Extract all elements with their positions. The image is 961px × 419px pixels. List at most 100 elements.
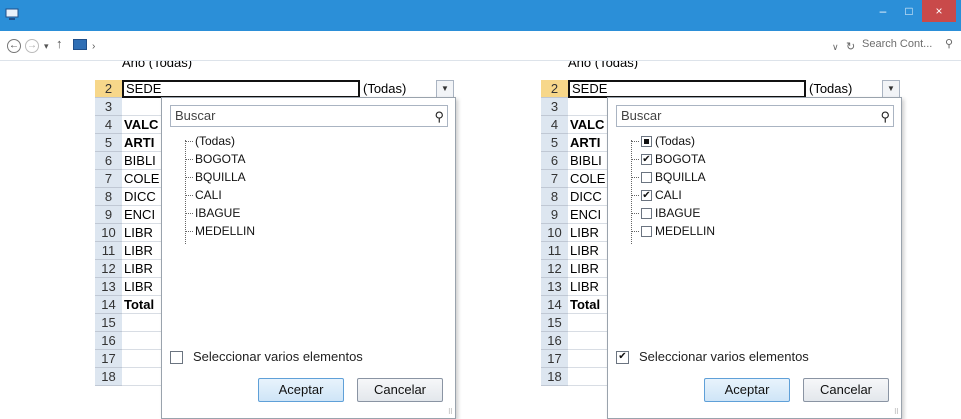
row-header[interactable]: 7 <box>95 170 122 188</box>
sheet-cell[interactable]: LIBR <box>122 224 162 242</box>
row-header[interactable]: 3 <box>541 98 568 116</box>
row-header[interactable]: 13 <box>541 278 568 296</box>
sheet-cell[interactable]: ENCI <box>122 206 162 224</box>
sheet-cell[interactable] <box>568 314 608 332</box>
row-header[interactable]: 5 <box>541 134 568 152</box>
row-header[interactable]: 17 <box>541 350 568 368</box>
up-icon[interactable]: ↑ <box>56 37 63 51</box>
row-header[interactable]: 2 <box>541 80 568 98</box>
active-cell[interactable]: SEDE <box>122 80 360 98</box>
tree-item-ibague[interactable]: IBAGUE <box>631 204 700 222</box>
sheet-cell[interactable]: BIBLI <box>568 152 608 170</box>
row-header[interactable]: 11 <box>95 242 122 260</box>
computer-icon[interactable] <box>73 39 87 50</box>
sheet-cell[interactable]: COLE <box>568 170 608 188</box>
tree-item-cali[interactable]: ✔ CALI <box>631 186 682 204</box>
sheet-cell[interactable] <box>568 350 608 368</box>
tree-item-medellin[interactable]: MEDELLIN <box>185 222 255 240</box>
row-header[interactable]: 11 <box>541 242 568 260</box>
search-icon[interactable]: ⚲ <box>880 107 890 127</box>
row-header[interactable]: 6 <box>95 152 122 170</box>
active-cell[interactable]: SEDE <box>568 80 806 98</box>
sheet-cell[interactable]: ARTI <box>122 134 162 152</box>
maximize-button[interactable]: □ <box>896 0 922 22</box>
resize-grip-icon[interactable]: ⠿ <box>448 408 453 416</box>
cancel-button[interactable]: Cancelar <box>803 378 889 402</box>
filter-value-cell[interactable]: (Todas) <box>806 80 886 98</box>
row-header[interactable]: 15 <box>95 314 122 332</box>
row-header[interactable]: 18 <box>541 368 568 386</box>
search-icon[interactable]: ⚲ <box>434 107 444 127</box>
filter-search-input[interactable]: Buscar ⚲ <box>616 105 894 127</box>
row-header[interactable]: 12 <box>95 260 122 278</box>
resize-grip-icon[interactable]: ⠿ <box>894 408 899 416</box>
tree-item-bogota[interactable]: ✔ BOGOTA <box>631 150 705 168</box>
row-header[interactable]: 13 <box>95 278 122 296</box>
search-input[interactable]: Search Cont... <box>862 38 932 50</box>
filter-search-input[interactable]: Buscar ⚲ <box>170 105 448 127</box>
filter-dropdown-icon[interactable]: ▼ <box>882 80 900 98</box>
sheet-cell[interactable]: BIBLI <box>122 152 162 170</box>
filter-value-cell[interactable]: (Todas) <box>360 80 440 98</box>
sheet-cell[interactable] <box>122 98 162 116</box>
back-icon[interactable]: ← <box>7 39 21 53</box>
unchecked-checkbox-icon[interactable] <box>641 172 652 184</box>
sheet-cell[interactable] <box>122 350 162 368</box>
row-header[interactable]: 6 <box>541 152 568 170</box>
refresh-icon[interactable]: ↻ <box>846 40 855 53</box>
row-header[interactable]: 4 <box>541 116 568 134</box>
tree-item-bogota[interactable]: BOGOTA <box>185 150 245 168</box>
row-header[interactable]: 2 <box>95 80 122 98</box>
row-header[interactable]: 16 <box>95 332 122 350</box>
forward-icon[interactable]: → <box>25 39 39 53</box>
row-header[interactable]: 10 <box>95 224 122 242</box>
sheet-cell[interactable]: VALC <box>122 116 162 134</box>
minimize-button[interactable]: – <box>870 0 896 22</box>
tree-item-todas[interactable]: (Todas) <box>631 132 695 150</box>
sheet-cell[interactable]: Total <box>122 296 162 314</box>
sheet-cell[interactable] <box>122 314 162 332</box>
tree-item-bquilla[interactable]: BQUILLA <box>631 168 706 186</box>
row-header[interactable]: 17 <box>95 350 122 368</box>
breadcrumb-chevron-icon[interactable]: › <box>92 40 95 54</box>
sheet-cell[interactable]: DICC <box>122 188 162 206</box>
sheet-cell[interactable] <box>568 368 608 386</box>
multi-select-checkbox[interactable] <box>170 351 183 365</box>
sheet-cell[interactable]: VALC <box>568 116 608 134</box>
row-header[interactable]: 14 <box>541 296 568 314</box>
multi-select-row[interactable]: Seleccionar varios elementos <box>170 349 363 365</box>
row-header[interactable]: 3 <box>95 98 122 116</box>
search-icon[interactable]: ⚲ <box>945 37 953 50</box>
partial-checkbox-icon[interactable] <box>641 136 652 148</box>
sheet-cell[interactable] <box>568 98 608 116</box>
recent-locations-icon[interactable]: ▾ <box>44 39 49 53</box>
row-header[interactable]: 5 <box>95 134 122 152</box>
row-header[interactable]: 7 <box>541 170 568 188</box>
sheet-cell[interactable]: ENCI <box>568 206 608 224</box>
row-header[interactable]: 9 <box>95 206 122 224</box>
sheet-cell[interactable]: Total <box>568 296 608 314</box>
sheet-cell[interactable]: LIBR <box>568 224 608 242</box>
tree-item-todas[interactable]: (Todas) <box>185 132 235 150</box>
tree-item-medellin[interactable]: MEDELLIN <box>631 222 715 240</box>
sheet-cell[interactable]: LIBR <box>122 260 162 278</box>
sheet-cell[interactable]: LIBR <box>568 278 608 296</box>
multi-select-row[interactable]: ✔ Seleccionar varios elementos <box>616 349 809 365</box>
row-header[interactable]: 8 <box>95 188 122 206</box>
row-header[interactable]: 12 <box>541 260 568 278</box>
row-header[interactable]: 16 <box>541 332 568 350</box>
row-header[interactable]: 18 <box>95 368 122 386</box>
sheet-cell[interactable]: ARTI <box>568 134 608 152</box>
sheet-cell[interactable]: LIBR <box>568 260 608 278</box>
sheet-cell[interactable] <box>122 332 162 350</box>
sheet-cell[interactable]: COLE <box>122 170 162 188</box>
row-header[interactable]: 10 <box>541 224 568 242</box>
checked-checkbox-icon[interactable]: ✔ <box>641 190 652 202</box>
checked-checkbox-icon[interactable]: ✔ <box>641 154 652 166</box>
sheet-cell[interactable] <box>122 368 162 386</box>
ok-button[interactable]: Aceptar <box>704 378 790 402</box>
filter-dropdown-icon[interactable]: ▼ <box>436 80 454 98</box>
sheet-cell[interactable]: LIBR <box>122 242 162 260</box>
row-header[interactable]: 9 <box>541 206 568 224</box>
row-header[interactable]: 4 <box>95 116 122 134</box>
